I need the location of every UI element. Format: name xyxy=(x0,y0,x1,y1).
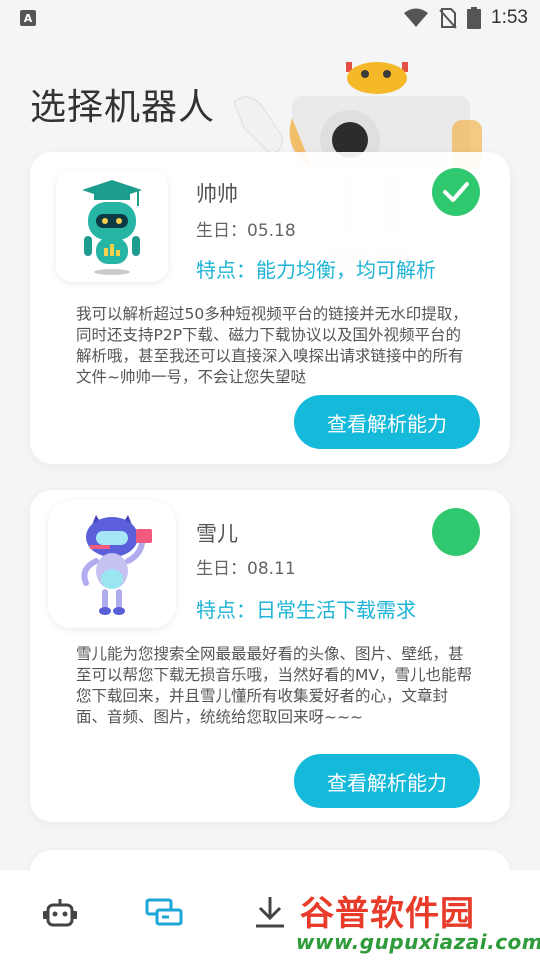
watermark-url: www.gupuxiazai.com xyxy=(296,930,540,954)
select-toggle[interactable] xyxy=(432,508,480,556)
view-parse-ability-button[interactable]: 查看解析能力 xyxy=(294,395,480,449)
watermark-logo: 谷普软件园 www.gupuxiazai.com xyxy=(296,886,540,958)
bot-name: 帅帅 xyxy=(196,182,238,206)
bot-card-xueer[interactable]: 雪儿 生日：08.11 特点：日常生活下载需求 雪儿能为您搜索全网最最最好看的头… xyxy=(30,490,510,822)
a-notification-icon: A xyxy=(20,10,36,26)
select-check-toggle[interactable] xyxy=(432,168,480,216)
checkmark-icon xyxy=(443,182,469,202)
bot-feature: 特点：能力均衡，均可解析 xyxy=(196,258,436,282)
robot-icon xyxy=(43,899,77,927)
nav-download[interactable] xyxy=(250,892,290,932)
battery-icon xyxy=(467,7,482,29)
bot-avatar xyxy=(56,170,168,282)
bot-birthday: 生日：05.18 xyxy=(196,221,296,241)
nav-robot[interactable] xyxy=(40,892,80,932)
bot-avatar xyxy=(48,500,176,628)
watermark-title: 谷普软件园 xyxy=(300,894,475,934)
bot-birthday: 生日：08.11 xyxy=(196,559,296,579)
bot-name: 雪儿 xyxy=(196,522,238,546)
robot-purple-avatar-icon xyxy=(81,515,152,615)
robot-teal-avatar-icon xyxy=(82,180,142,275)
download-icon xyxy=(256,897,284,928)
status-bar: A 1:53 xyxy=(0,0,540,36)
page-title: 选择机器人 xyxy=(30,87,216,128)
status-time: 1:53 xyxy=(491,7,528,28)
bot-card-shuaishuai[interactable]: 帅帅 生日：05.18 特点：能力均衡，均可解析 我可以解析超过50多种短视频平… xyxy=(30,152,510,464)
no-sim-icon xyxy=(439,8,457,29)
nav-parse[interactable] xyxy=(144,892,184,932)
view-parse-ability-button[interactable]: 查看解析能力 xyxy=(294,754,480,808)
bot-description: 雪儿能为您搜索全网最最最好看的头像、图片、壁纸，甚至可以帮您下载无损音乐哦，当然… xyxy=(76,645,472,726)
bot-feature: 特点：日常生活下载需求 xyxy=(196,598,416,622)
wifi-icon xyxy=(404,8,429,27)
bot-description: 我可以解析超过50多种短视频平台的链接并无水印提取，同时还支持P2P下载、磁力下… xyxy=(76,305,468,386)
parse-icon xyxy=(145,898,183,926)
